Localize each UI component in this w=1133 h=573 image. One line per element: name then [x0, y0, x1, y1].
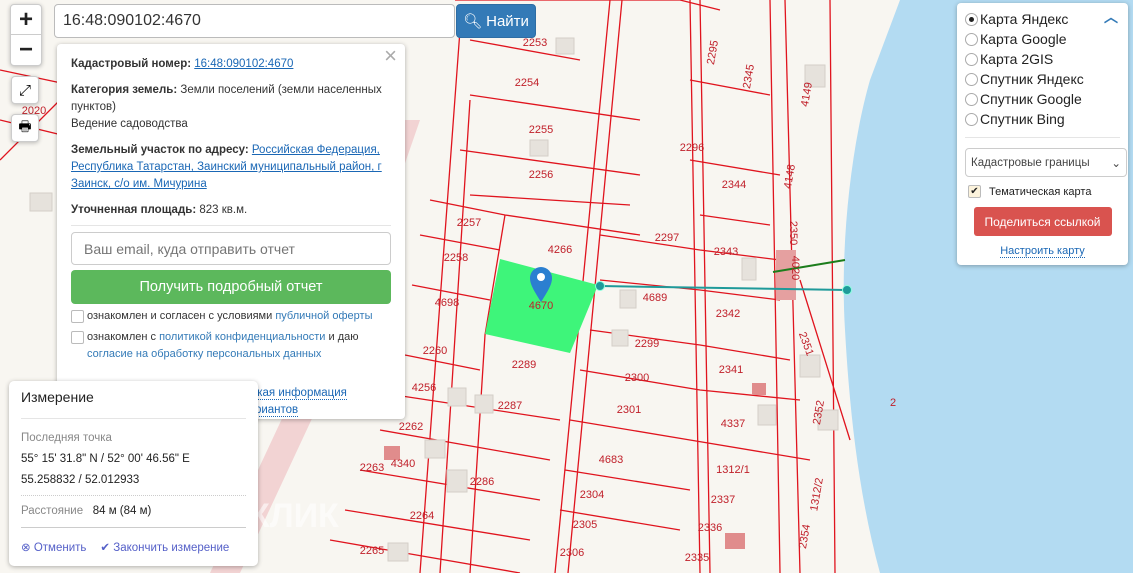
parcel-label[interactable]: 2300 — [625, 372, 649, 384]
zoom-in-button[interactable]: + — [11, 5, 41, 36]
distance-value: 84 м (84 м) — [92, 505, 152, 517]
thematic-map-toggle[interactable]: ✔ Тематическая карта — [965, 185, 1120, 198]
parcel-label[interactable]: 2299 — [635, 338, 659, 350]
measure-point-start[interactable] — [595, 281, 605, 291]
parcel-label[interactable]: 4020 — [789, 256, 801, 280]
parcel-label[interactable]: 2265 — [360, 545, 384, 557]
parcel-label[interactable]: 2255 — [529, 124, 553, 136]
coords-dms: 55° 15' 31.8" N / 52° 00' 46.56" E — [21, 453, 190, 465]
parcel-label[interactable]: 2256 — [529, 169, 553, 181]
parcel-label[interactable]: 2337 — [711, 494, 735, 506]
basemap-option[interactable]: Карта Яндекс — [965, 9, 1120, 29]
parcel-label[interactable]: 2262 — [399, 421, 423, 433]
parcel-label[interactable]: 2336 — [698, 522, 722, 534]
parcel-label[interactable]: 4256 — [412, 382, 436, 394]
search-input[interactable] — [54, 4, 455, 38]
thematic-checkbox[interactable]: ✔ — [968, 185, 981, 198]
finish-measure-button[interactable]: ✔ Закончить измерение — [100, 540, 229, 554]
expand-icon: ⤢ — [18, 81, 31, 99]
privacy-checkbox[interactable] — [71, 331, 84, 344]
parcel-label[interactable]: 2297 — [655, 232, 679, 244]
parcel-label[interactable]: 2350 — [787, 221, 799, 245]
search-icon: 🔍︎ — [463, 13, 483, 30]
printer-icon: 🖶 — [18, 118, 32, 134]
parcel-label[interactable]: 2304 — [580, 489, 604, 501]
parcel-label[interactable]: 4683 — [599, 454, 623, 466]
parcel-label[interactable]: 2305 — [573, 519, 597, 531]
basemap-option[interactable]: Карта Google — [965, 29, 1120, 49]
zoom-control: + − — [10, 4, 42, 66]
offer-link[interactable]: публичной оферты — [275, 310, 372, 322]
check-circle-icon: ✔ — [100, 542, 111, 554]
cancel-measure-button[interactable]: ⊗ Отменить — [21, 540, 86, 554]
offer-checkbox[interactable] — [71, 310, 84, 323]
parcel-label[interactable]: 4340 — [391, 458, 415, 470]
parcel-label[interactable]: 2335 — [685, 552, 709, 564]
parcel-label[interactable]: 2286 — [470, 476, 494, 488]
parcel-label[interactable]: 4698 — [435, 297, 459, 309]
chevron-down-icon: ⌄ — [1111, 157, 1121, 170]
parcel-label[interactable]: 2287 — [498, 400, 522, 412]
radio-button[interactable] — [965, 112, 978, 126]
parcel-label[interactable]: 4266 — [548, 244, 572, 256]
measure-point-end[interactable] — [842, 285, 852, 295]
parcel-label[interactable]: 2 — [890, 397, 896, 409]
overlay-select[interactable]: Кадастровые границы ⌄ — [965, 148, 1127, 177]
parcel-label[interactable]: 2260 — [423, 345, 447, 357]
measure-title: Измерение — [21, 389, 246, 419]
parcel-label[interactable]: 2296 — [680, 142, 704, 154]
measurement-panel: Измерение Последняя точка 55° 15' 31.8" … — [9, 381, 258, 566]
radio-button[interactable] — [965, 92, 978, 106]
parcel-label[interactable]: 2253 — [523, 37, 547, 49]
basemap-option[interactable]: Карта 2GIS — [965, 49, 1120, 69]
parcel-label[interactable]: 2306 — [560, 547, 584, 559]
basemap-option[interactable]: Спутник Яндекс — [965, 69, 1120, 89]
print-button[interactable]: 🖶 — [11, 114, 39, 142]
radio-button[interactable] — [965, 72, 978, 86]
collapse-chevron-icon[interactable]: ︿ — [1104, 7, 1118, 27]
cadastral-number-link[interactable]: 16:48:090102:4670 — [194, 58, 293, 70]
parcel-label[interactable]: 2264 — [410, 510, 434, 522]
layer-panel: ︿ Карта Яндекс Карта Google Карта 2GIS Спут… — [957, 3, 1128, 265]
parcel-label[interactable]: 2289 — [512, 359, 536, 371]
parcel-label[interactable]: 1312/1 — [716, 464, 750, 476]
parcel-info-popup: × Кадастровый номер: 16:48:090102:4670 К… — [57, 44, 405, 419]
parcel-label[interactable]: 2254 — [515, 77, 539, 89]
basemap-option[interactable]: Спутник Google — [965, 89, 1120, 109]
configure-map-link[interactable]: Настроить карту — [1000, 245, 1085, 258]
basemap-option[interactable]: Спутник Bing — [965, 109, 1120, 129]
parcel-label[interactable]: 2341 — [719, 364, 743, 376]
get-report-button[interactable]: Получить подробный отчет — [71, 270, 391, 304]
parcel-label[interactable]: 4670 — [529, 300, 553, 312]
zoom-out-button[interactable]: − — [11, 35, 41, 65]
share-link-button[interactable]: Поделиться ссылкой — [973, 207, 1112, 236]
parcel-label[interactable]: 4337 — [721, 418, 745, 430]
radio-button[interactable] — [965, 12, 978, 26]
parcel-label[interactable]: 4689 — [643, 292, 667, 304]
parcel-label[interactable]: 2344 — [722, 179, 746, 191]
parcel-label[interactable]: 2343 — [714, 246, 738, 258]
email-field[interactable] — [71, 232, 391, 265]
privacy-link[interactable]: политикой конфиденциальности — [159, 331, 325, 343]
close-icon[interactable]: × — [384, 45, 397, 67]
radio-button[interactable] — [965, 52, 978, 66]
search-button[interactable]: 🔍︎ Найти — [456, 4, 536, 38]
parcel-label[interactable]: 2257 — [457, 217, 481, 229]
fullscreen-button[interactable]: ⤢ — [11, 76, 39, 104]
parcel-label[interactable]: 2258 — [444, 252, 468, 264]
consent-link[interactable]: согласие на обработку персональных данны… — [87, 348, 321, 360]
parcel-label[interactable]: 2301 — [617, 404, 641, 416]
coords-decimal: 55.258832 / 52.012933 — [21, 474, 246, 496]
radio-button[interactable] — [965, 32, 978, 46]
parcel-label[interactable]: 2342 — [716, 308, 740, 320]
parcel-label[interactable]: 2263 — [360, 462, 384, 474]
cancel-icon: ⊗ — [21, 542, 31, 554]
